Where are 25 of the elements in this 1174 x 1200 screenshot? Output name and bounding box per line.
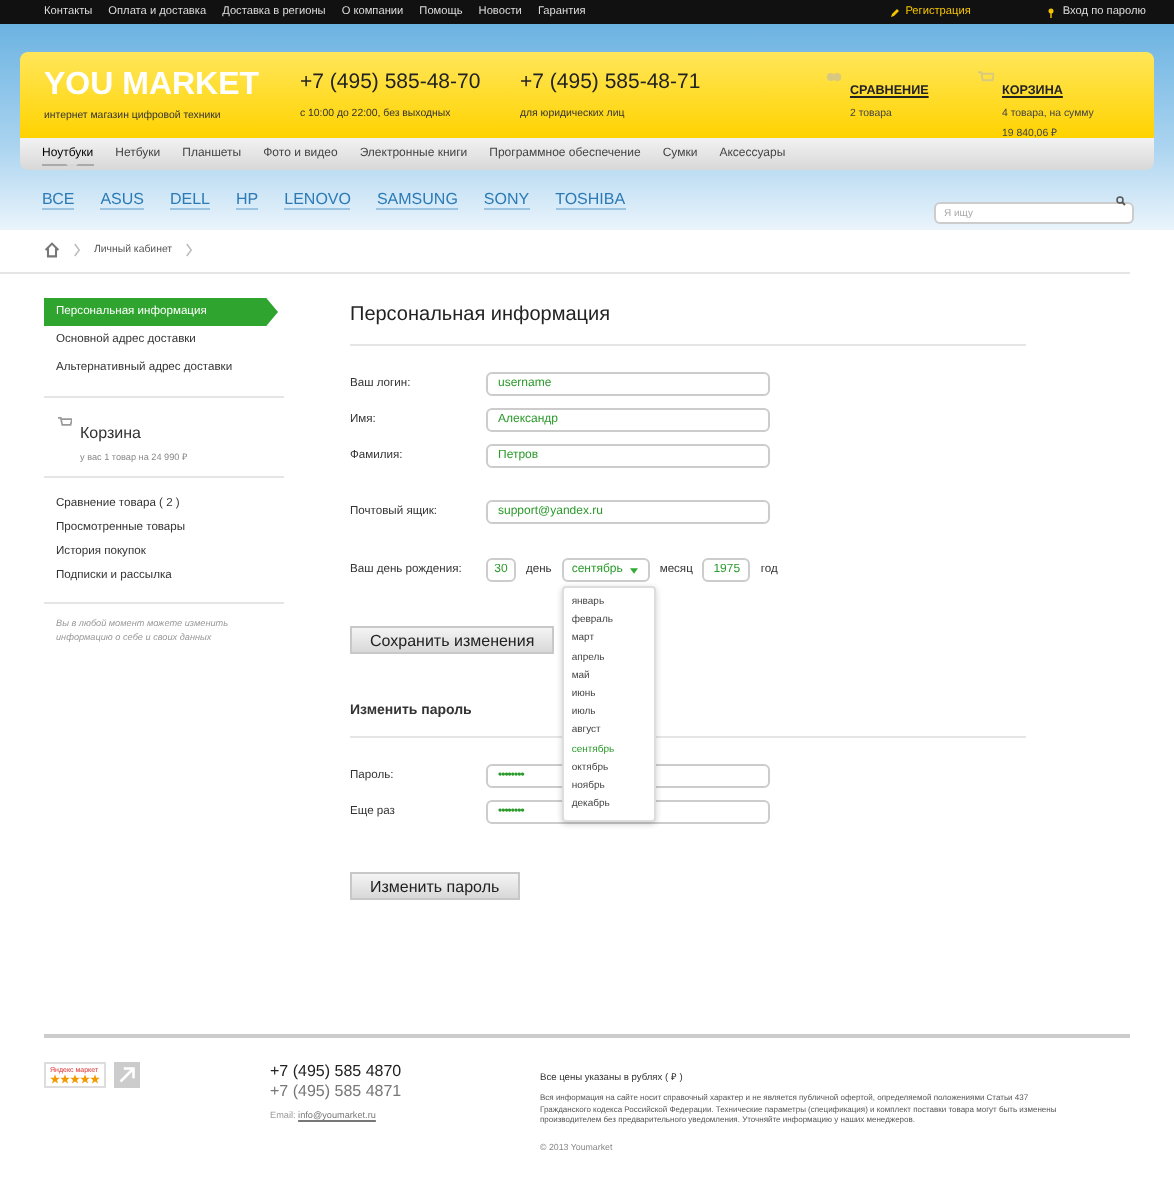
chevron-icon [74, 242, 80, 258]
chevron-icon [186, 242, 193, 258]
brand-link[interactable]: DELL [169, 190, 210, 210]
brand-link[interactable]: ВСЕ [42, 190, 75, 210]
phone-number: +7 (495) 585-48-70 [300, 68, 483, 96]
home-icon[interactable] [44, 242, 60, 258]
cart-heading[interactable]: Корзина [80, 424, 141, 442]
footer-phone: +7 (495) 585 4870 [270, 1062, 404, 1082]
pencil-icon [889, 7, 900, 17]
section-title: Персональная информация [350, 304, 613, 326]
brand-link[interactable]: TOSHIBA [555, 190, 626, 210]
phone-number: +7 (495) 585-48-71 [520, 68, 703, 96]
brand-link[interactable]: SAMSUNG [376, 190, 458, 210]
brand-link[interactable]: HP [236, 190, 259, 210]
brand-link[interactable]: LENOVO [284, 190, 351, 210]
change-password-button[interactable]: Изменить пароль [350, 872, 520, 900]
brand-link[interactable]: SONY [483, 190, 530, 210]
caret-icon [630, 567, 639, 573]
cart-icon [58, 416, 72, 428]
brand-link[interactable]: ASUS [100, 190, 144, 210]
footer-phone: +7 (495) 585 4871 [270, 1082, 404, 1102]
search-icon [1116, 195, 1126, 205]
key-icon [1046, 7, 1057, 17]
cart-icon [978, 70, 994, 84]
save-button[interactable]: Сохранить изменения [350, 626, 555, 654]
